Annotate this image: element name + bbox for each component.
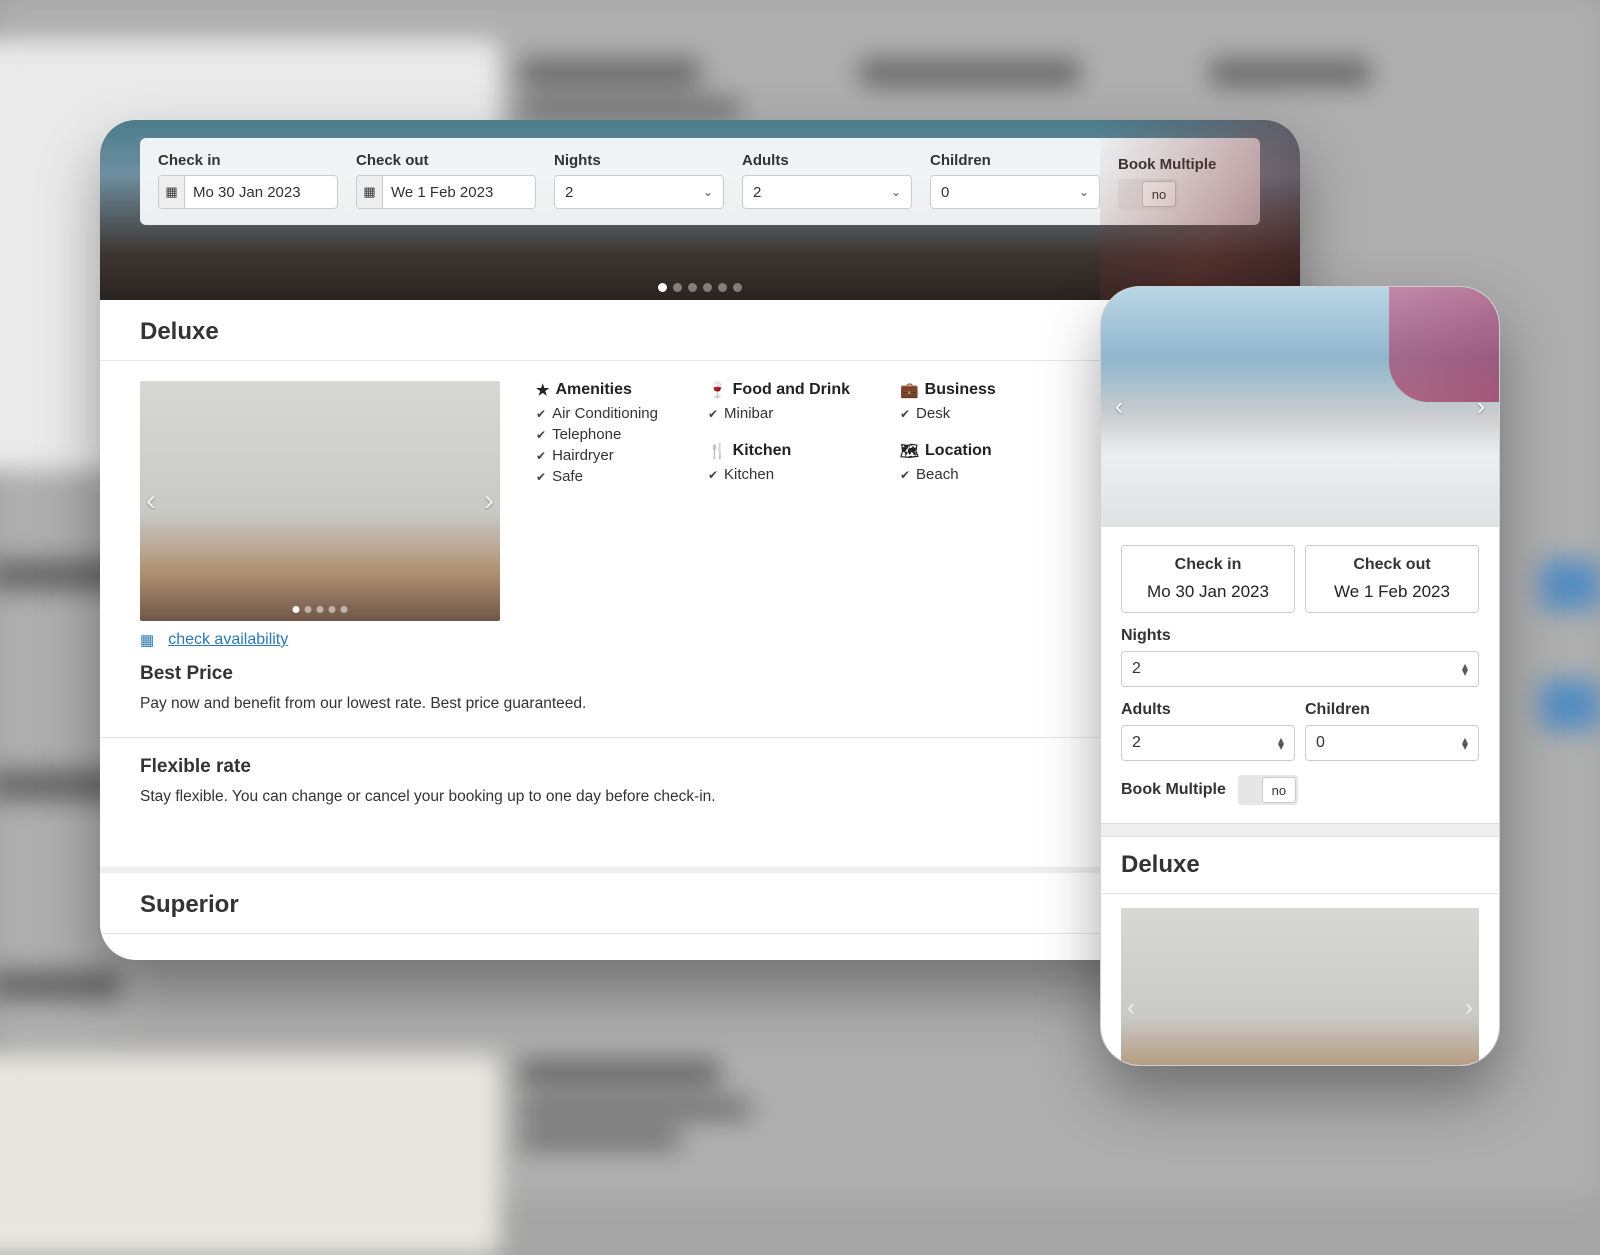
mobile-nights-label: Nights	[1121, 627, 1479, 645]
mobile-checkin-value: Mo 30 Jan 2023	[1128, 582, 1288, 602]
photo-dots[interactable]	[293, 606, 348, 613]
star-icon: ★	[536, 381, 549, 399]
checkin-label: Check in	[158, 152, 338, 169]
kitchen-heading: Kitchen	[733, 442, 792, 460]
amenity-item: Safe	[552, 468, 583, 485]
adults-label: Adults	[742, 152, 912, 169]
mobile-children-value: 0	[1316, 734, 1325, 752]
check-icon: ✔	[536, 449, 546, 463]
book-multiple-toggle[interactable]: no	[1118, 179, 1178, 209]
amenity-item: Telephone	[552, 426, 621, 443]
glass-icon: 🍷	[708, 381, 727, 399]
chevron-down-icon: ⌄	[703, 185, 713, 199]
stepper-icon: ▴▾	[1462, 663, 1468, 675]
check-icon: ✔	[536, 407, 546, 421]
book-multiple-value: no	[1152, 187, 1166, 202]
food-heading: Food and Drink	[733, 381, 850, 399]
chevron-down-icon: ⌄	[891, 185, 901, 199]
children-label: Children	[930, 152, 1100, 169]
rate-title: Flexible rate	[140, 756, 1260, 778]
checkout-input[interactable]: ▦ We 1 Feb 2023	[356, 175, 536, 209]
mobile-room-title: Deluxe	[1101, 837, 1499, 894]
checkout-label: Check out	[356, 152, 536, 169]
business-item: Desk	[916, 405, 950, 422]
check-icon: ✔	[900, 407, 910, 421]
briefcase-icon: 💼	[900, 381, 919, 399]
check-icon: ✔	[708, 407, 718, 421]
carousel-next-icon[interactable]: ›	[1477, 393, 1485, 421]
mobile-nights-select[interactable]: 2 ▴▾	[1121, 651, 1479, 687]
calendar-icon: ▦	[140, 631, 154, 649]
mobile-book-multiple-label: Book Multiple	[1121, 781, 1226, 799]
business-heading: Business	[925, 381, 996, 399]
adults-select[interactable]: 2 ⌄	[742, 175, 912, 209]
carousel-prev-icon[interactable]: ‹	[146, 484, 156, 518]
carousel-next-icon[interactable]: ›	[484, 484, 494, 518]
mobile-book-multiple-value: no	[1272, 783, 1286, 798]
checkin-value: Mo 30 Jan 2023	[193, 184, 301, 201]
utensils-icon: 🍴	[708, 442, 727, 460]
stepper-icon: ▴▾	[1278, 737, 1284, 749]
mobile-hero-image: ‹ ›	[1101, 287, 1499, 527]
rate-description: Pay now and benefit from our lowest rate…	[140, 695, 1260, 713]
mobile-adults-label: Adults	[1121, 701, 1295, 719]
check-icon: ✔	[900, 468, 910, 482]
map-icon: 🗺	[900, 442, 919, 460]
check-icon: ✔	[708, 468, 718, 482]
mobile-room-photo[interactable]: ‹ ›	[1121, 908, 1479, 1066]
checkin-input[interactable]: ▦ Mo 30 Jan 2023	[158, 175, 338, 209]
check-availability-link[interactable]: check availability	[168, 631, 288, 649]
mobile-checkin-label: Check in	[1128, 556, 1288, 574]
calendar-icon: ▦	[357, 176, 383, 208]
check-icon: ✔	[536, 428, 546, 442]
calendar-icon: ▦	[159, 176, 185, 208]
carousel-dots[interactable]	[658, 283, 742, 292]
divider	[1101, 823, 1499, 837]
mobile-children-select[interactable]: 0 ▴▾	[1305, 725, 1479, 761]
mobile-adults-value: 2	[1132, 734, 1141, 752]
mobile-adults-select[interactable]: 2 ▴▾	[1121, 725, 1295, 761]
mobile-search-form: Check in Mo 30 Jan 2023 Check out We 1 F…	[1101, 527, 1499, 823]
rate-title: Best Price	[140, 663, 1260, 685]
mobile-nights-value: 2	[1132, 660, 1141, 678]
carousel-next-icon[interactable]: ›	[1465, 994, 1473, 1022]
rate-description: Stay flexible. You can change or cancel …	[140, 788, 1260, 806]
adults-value: 2	[753, 184, 761, 201]
amenity-item: Air Conditioning	[552, 405, 658, 422]
mobile-checkout-value: We 1 Feb 2023	[1312, 582, 1472, 602]
amenities-heading: Amenities	[555, 381, 631, 399]
children-value: 0	[941, 184, 949, 201]
nights-label: Nights	[554, 152, 724, 169]
nights-select[interactable]: 2 ⌄	[554, 175, 724, 209]
search-bar: Check in ▦ Mo 30 Jan 2023 Check out ▦ We…	[140, 138, 1260, 225]
book-multiple-label: Book Multiple	[1118, 156, 1216, 173]
kitchen-item: Kitchen	[724, 466, 774, 483]
mobile-children-label: Children	[1305, 701, 1479, 719]
check-icon: ✔	[536, 470, 546, 484]
mobile-checkout-input[interactable]: Check out We 1 Feb 2023	[1305, 545, 1479, 613]
checkout-value: We 1 Feb 2023	[391, 184, 493, 201]
mobile-checkout-label: Check out	[1312, 556, 1472, 574]
carousel-prev-icon[interactable]: ‹	[1115, 393, 1123, 421]
mobile-book-multiple-toggle[interactable]: no	[1238, 775, 1298, 805]
children-select[interactable]: 0 ⌄	[930, 175, 1100, 209]
location-heading: Location	[925, 442, 992, 460]
hero-image: Check in ▦ Mo 30 Jan 2023 Check out ▦ We…	[100, 120, 1300, 300]
amenity-item: Hairdryer	[552, 447, 614, 464]
mobile-preview: ‹ › Check in Mo 30 Jan 2023 Check out We…	[1100, 286, 1500, 1066]
stepper-icon: ▴▾	[1462, 737, 1468, 749]
carousel-prev-icon[interactable]: ‹	[1127, 994, 1135, 1022]
room-photo[interactable]: ‹ ›	[140, 381, 500, 621]
location-item: Beach	[916, 466, 959, 483]
chevron-down-icon: ⌄	[1079, 185, 1089, 199]
food-item: Minibar	[724, 405, 773, 422]
nights-value: 2	[565, 184, 573, 201]
mobile-checkin-input[interactable]: Check in Mo 30 Jan 2023	[1121, 545, 1295, 613]
